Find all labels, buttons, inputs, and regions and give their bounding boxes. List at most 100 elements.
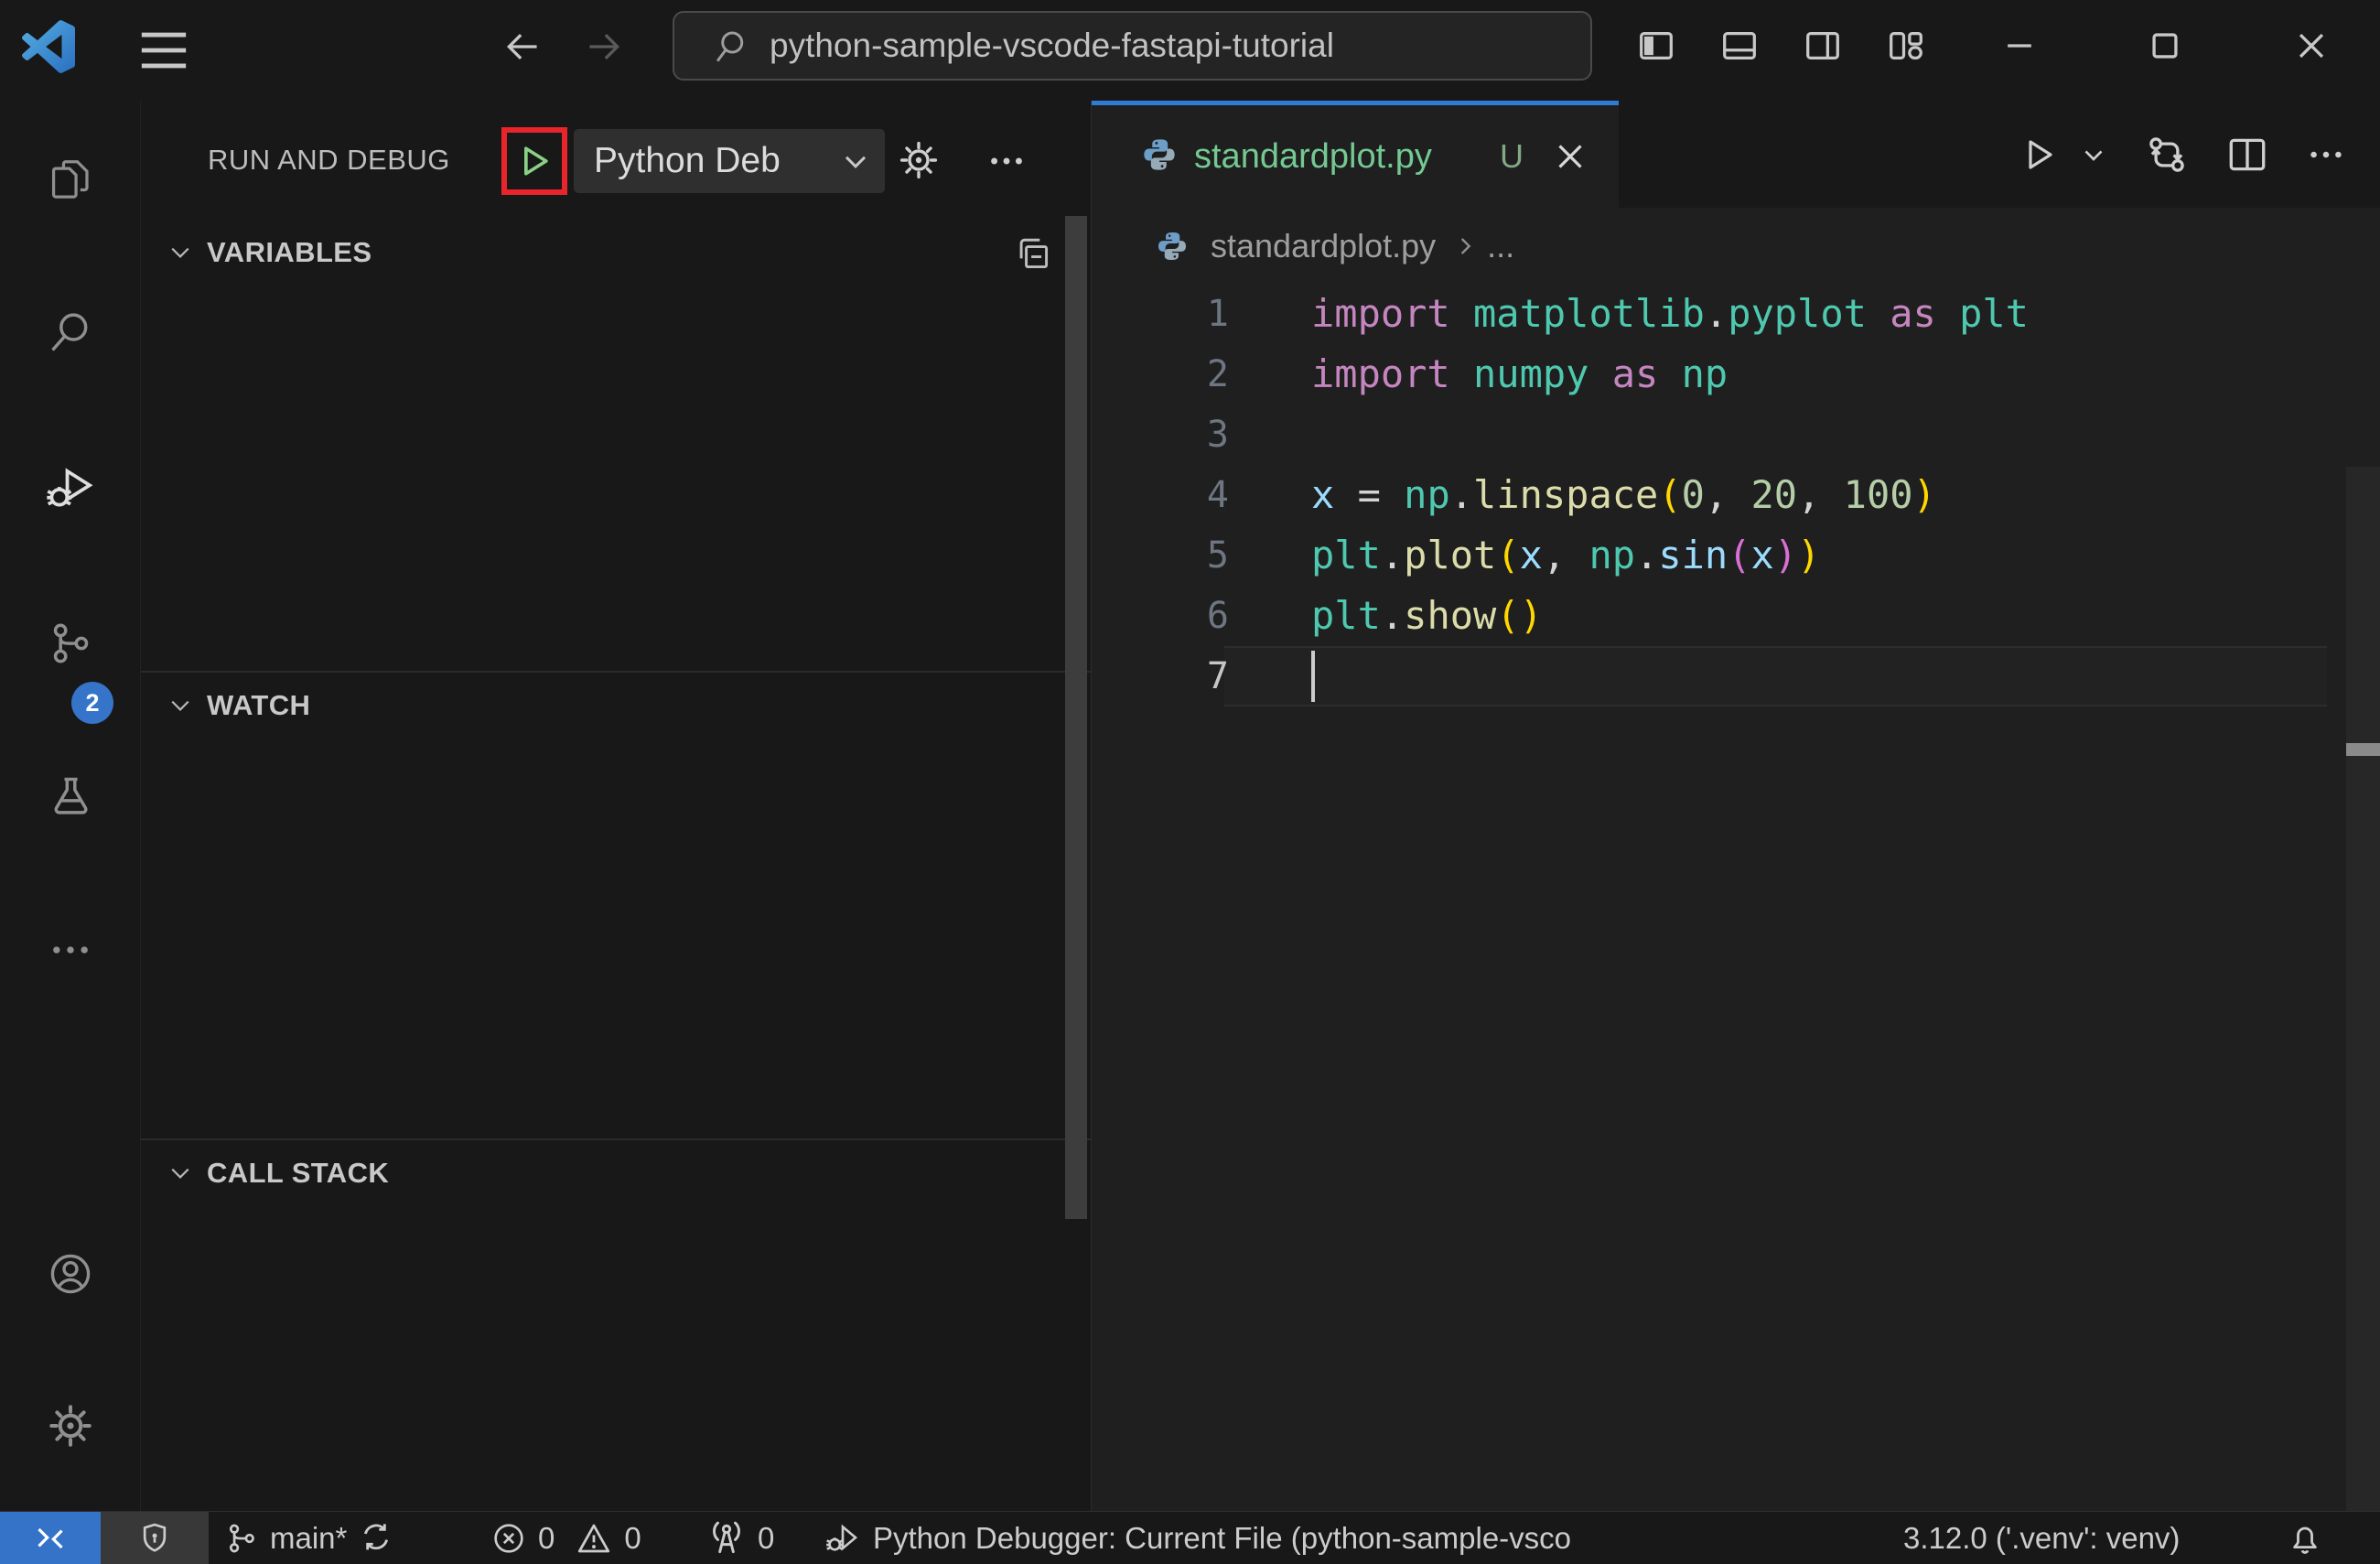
remote-indicator[interactable] bbox=[0, 1512, 101, 1564]
start-debugging-button[interactable] bbox=[510, 136, 559, 186]
sidebar-item-source-control[interactable]: 2 bbox=[0, 593, 141, 724]
gear-icon bbox=[46, 1401, 95, 1451]
python-version-item[interactable]: 3.12.0 ('.venv': venv) bbox=[1903, 1512, 2180, 1564]
maximize-icon[interactable] bbox=[2145, 26, 2185, 66]
code-editor[interactable]: 1 import matplotlib.pyplot as plt 2 import … bbox=[1092, 284, 2380, 1564]
source-control-icon bbox=[47, 620, 94, 667]
collapse-all-icon[interactable] bbox=[1012, 232, 1052, 273]
section-label: VARIABLES bbox=[207, 236, 372, 268]
code-token: np bbox=[1404, 472, 1450, 517]
code-token: ) bbox=[1773, 533, 1798, 577]
tab-close-icon[interactable] bbox=[1549, 135, 1591, 178]
code-line[interactable]: 4 x = np.linspace(0, 20, 100) bbox=[1092, 465, 2380, 525]
arrow-left-icon[interactable] bbox=[502, 27, 543, 67]
files-icon bbox=[47, 156, 94, 203]
line-number: 3 bbox=[1206, 414, 1229, 456]
debug-config-dropdown[interactable]: Python Deb bbox=[574, 129, 885, 193]
code-line[interactable]: 5 plt.plot(x, np.sin(x)) bbox=[1092, 525, 2380, 586]
menu-icon[interactable] bbox=[137, 30, 190, 70]
sync-icon bbox=[358, 1520, 394, 1557]
account-button[interactable] bbox=[0, 1224, 141, 1324]
editor-more-actions-icon[interactable] bbox=[2305, 134, 2347, 176]
search-value: python-sample-vscode-fastapi-tutorial bbox=[770, 27, 1334, 64]
title-bar: python-sample-vscode-fastapi-tutorial bbox=[0, 0, 2380, 102]
notifications-bell-button[interactable] bbox=[2286, 1512, 2324, 1564]
code-token: , bbox=[1797, 472, 1844, 517]
section-variables[interactable]: VARIABLES bbox=[141, 220, 1091, 286]
problems-item[interactable]: 0 0 bbox=[490, 1512, 641, 1564]
code-token: plt bbox=[1311, 533, 1381, 577]
section-label: WATCH bbox=[207, 689, 311, 721]
account-icon bbox=[46, 1249, 95, 1299]
code-token: np bbox=[1588, 533, 1636, 577]
code-line[interactable]: 2 import numpy as np bbox=[1092, 344, 2380, 404]
python-icon bbox=[1141, 136, 1178, 173]
arrow-right-icon[interactable] bbox=[584, 27, 624, 67]
vscode-logo-icon bbox=[22, 20, 75, 73]
shield-icon bbox=[136, 1520, 173, 1557]
editor-scrollbar[interactable] bbox=[2346, 467, 2380, 1564]
layout-secondary-sidebar-icon[interactable] bbox=[1802, 25, 1844, 67]
minimize-icon[interactable] bbox=[1999, 26, 2040, 66]
sidebar-item-testing[interactable] bbox=[0, 747, 141, 847]
sidebar-scrollbar[interactable] bbox=[1065, 216, 1087, 1219]
chevron-down-icon bbox=[837, 143, 874, 179]
sidebar-item-explorer[interactable] bbox=[0, 129, 141, 230]
close-icon[interactable] bbox=[2291, 26, 2332, 66]
split-editor-icon[interactable] bbox=[2224, 132, 2270, 178]
chevron-down-icon bbox=[167, 239, 194, 266]
code-token: ( bbox=[1658, 472, 1682, 517]
customize-layout-icon[interactable] bbox=[1885, 25, 1927, 67]
debug-settings-button[interactable] bbox=[897, 138, 941, 182]
code-line[interactable]: 7 bbox=[1092, 646, 2380, 706]
code-token: as bbox=[1890, 291, 1936, 336]
sidebar-item-run-debug[interactable] bbox=[0, 437, 141, 538]
overview-ruler-cursor-marker bbox=[2346, 743, 2380, 756]
workspace-trust-item[interactable] bbox=[101, 1512, 209, 1564]
run-dropdown-chevron-icon[interactable] bbox=[2078, 139, 2109, 170]
code-token: ( bbox=[1728, 533, 1751, 577]
section-watch[interactable]: WATCH bbox=[141, 671, 1091, 739]
debug-config-label: Python Deb bbox=[594, 141, 781, 180]
views-more-actions-button[interactable] bbox=[985, 140, 1028, 182]
code-lines: 1 import matplotlib.pyplot as plt 2 import … bbox=[1092, 284, 2380, 706]
code-line[interactable]: 3 bbox=[1092, 404, 2380, 465]
code-token: . bbox=[1380, 533, 1405, 577]
code-token: . bbox=[1380, 593, 1405, 638]
search-input[interactable]: python-sample-vscode-fastapi-tutorial bbox=[673, 11, 1592, 81]
code-token: numpy bbox=[1473, 351, 1589, 396]
sidebar-title: RUN AND DEBUG bbox=[208, 144, 450, 176]
breadcrumb-symbol[interactable]: ... bbox=[1487, 227, 1514, 265]
ports-item[interactable]: 0 bbox=[706, 1512, 774, 1564]
layout-panel-icon[interactable] bbox=[1718, 25, 1761, 67]
sidebar-header: RUN AND DEBUG Python Deb bbox=[141, 101, 1091, 220]
search-icon bbox=[715, 27, 753, 65]
settings-button[interactable]: BR bbox=[0, 1375, 141, 1476]
branch-label: main* bbox=[270, 1520, 348, 1555]
code-token: x bbox=[1519, 533, 1543, 577]
warning-count: 0 bbox=[624, 1520, 641, 1555]
scm-badge: 2 bbox=[71, 682, 113, 724]
error-count: 0 bbox=[538, 1520, 555, 1555]
ellipsis-icon bbox=[47, 926, 94, 974]
tab-modified-indicator: U bbox=[1500, 137, 1524, 175]
run-python-file-button[interactable] bbox=[2016, 133, 2060, 177]
compare-changes-icon[interactable] bbox=[2144, 132, 2190, 178]
section-call-stack[interactable]: CALL STACK bbox=[141, 1138, 1091, 1206]
tab-label: standardplot.py bbox=[1194, 136, 1432, 176]
code-token: 0 bbox=[1681, 472, 1705, 517]
tab-standardplot[interactable]: standardplot.py U bbox=[1092, 101, 1619, 208]
code-token: . bbox=[1704, 291, 1728, 336]
code-line[interactable]: 1 import matplotlib.pyplot as plt bbox=[1092, 284, 2380, 344]
sidebar-item-search[interactable] bbox=[0, 282, 141, 383]
code-line[interactable]: 6 plt.show() bbox=[1092, 586, 2380, 646]
chevron-down-icon bbox=[167, 692, 194, 719]
line-number: 6 bbox=[1206, 595, 1229, 637]
breadcrumb-file[interactable]: standardplot.py bbox=[1211, 227, 1436, 265]
branch-item[interactable]: main* bbox=[224, 1512, 394, 1564]
layout-sidebar-icon[interactable] bbox=[1635, 25, 1677, 67]
more-views-button[interactable] bbox=[0, 900, 141, 1000]
debugger-status-item[interactable]: Python Debugger: Current File (python-sa… bbox=[824, 1512, 1766, 1564]
remote-icon bbox=[32, 1520, 69, 1557]
